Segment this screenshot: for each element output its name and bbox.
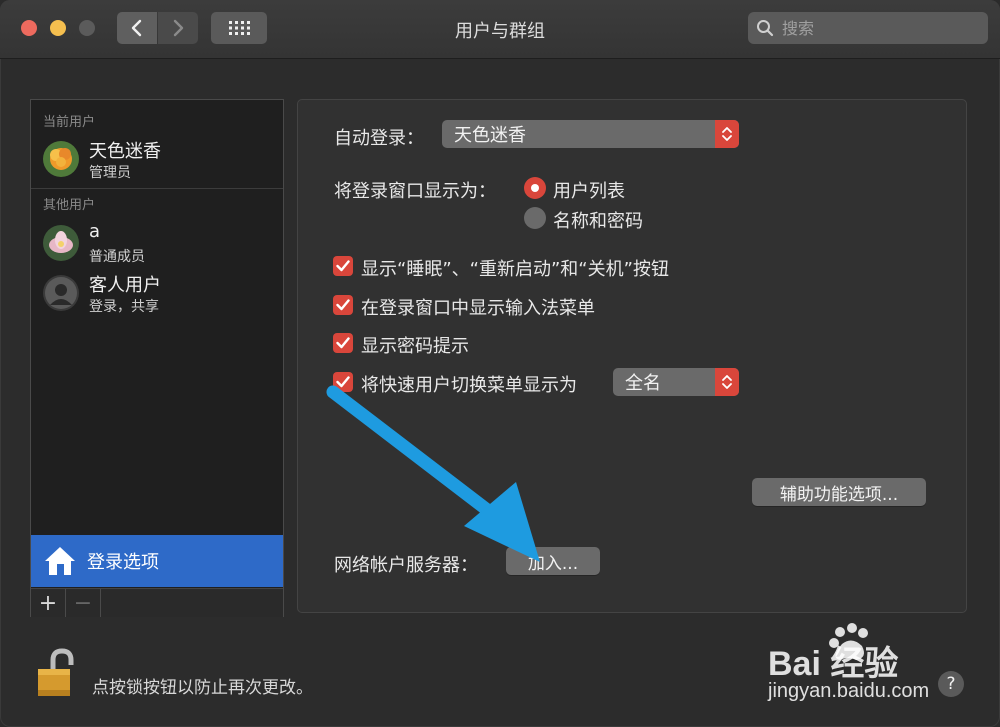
user-item-current[interactable]: 天色迷香 管理员 (43, 141, 283, 185)
watermark-url: jingyan.baidu.com (768, 680, 930, 702)
title-bar: 用户与群组 (0, 0, 1000, 59)
user-role: 登录，共享 (89, 299, 159, 315)
lock-hint-text: 点按锁按钮以防止再次更改。 (92, 678, 313, 698)
radio-name-password[interactable] (524, 207, 546, 229)
watermark-brand: Bai 经验 (768, 645, 899, 683)
checkmark-icon (336, 337, 350, 349)
search-icon (757, 20, 774, 37)
login-options-panel: 自动登录： 天色迷香 将登录窗口显示为： 用户列表 名称和密码 显示“睡眠”、“… (297, 99, 967, 613)
user-name: 天色迷香 (89, 141, 161, 162)
checkbox-show-power-buttons-label[interactable]: 显示“睡眠”、“重新启动”和“关机”按钮 (361, 255, 669, 281)
user-role: 普通成员 (89, 249, 145, 265)
checkmark-icon (336, 376, 350, 388)
checkbox-fast-user-switch-label[interactable]: 将快速用户切换菜单显示为 (361, 371, 577, 397)
auto-login-popup[interactable]: 天色迷香 (442, 120, 739, 148)
baidu-watermark: Bai 经验 jingyan.baidu.com (768, 618, 968, 708)
search-field[interactable] (748, 12, 988, 44)
sidebar-divider (31, 188, 283, 189)
updown-chevron-icon (715, 368, 739, 396)
user-item-guest[interactable]: 客人用户 登录，共享 (43, 275, 283, 319)
user-role: 管理员 (89, 165, 131, 181)
checkbox-fast-user-switch[interactable] (333, 372, 353, 392)
search-input[interactable] (780, 17, 974, 39)
checkbox-show-power-buttons[interactable] (333, 256, 353, 276)
updown-chevron-icon (715, 120, 739, 148)
add-user-button[interactable]: + (31, 589, 66, 617)
radio-user-list[interactable] (524, 177, 546, 199)
user-item-a[interactable]: a 普通成员 (43, 221, 283, 269)
checkbox-password-hints[interactable] (333, 333, 353, 353)
lock-icon[interactable] (36, 648, 80, 698)
sidebar-toolbar: + − (31, 588, 283, 617)
login-options-item[interactable]: 登录选项 (31, 535, 283, 587)
user-name: a (89, 221, 101, 242)
join-button[interactable]: 加入... (506, 547, 600, 575)
checkmark-icon (336, 299, 350, 311)
checkmark-icon (336, 260, 350, 272)
avatar-flower (43, 141, 79, 177)
radio-user-list-label[interactable]: 用户列表 (553, 177, 625, 203)
remove-user-button[interactable]: − (66, 589, 101, 617)
login-options-label: 登录选项 (87, 552, 159, 573)
network-server-label: 网络帐户服务器： (334, 555, 478, 576)
checkbox-input-menu-label[interactable]: 在登录窗口中显示输入法菜单 (361, 294, 595, 320)
guest-user-icon (43, 275, 79, 311)
fast-switch-popup[interactable]: 全名 (613, 368, 739, 396)
checkbox-password-hints-label[interactable]: 显示密码提示 (361, 332, 469, 358)
avatar-lotus (43, 225, 79, 261)
display-login-window-label: 将登录窗口显示为： (334, 181, 496, 202)
preferences-window: 用户与群组 当前用户 天色迷香 管理员 其他用户 (0, 0, 1000, 727)
current-users-heading: 当前用户 (43, 115, 96, 130)
other-users-heading: 其他用户 (43, 198, 96, 213)
fast-switch-value: 全名 (625, 373, 661, 394)
radio-name-password-label[interactable]: 名称和密码 (553, 207, 643, 233)
help-button[interactable]: ? (938, 671, 964, 697)
checkbox-input-menu[interactable] (333, 295, 353, 315)
auto-login-label: 自动登录： (334, 128, 424, 149)
user-name: 客人用户 (89, 275, 161, 296)
house-icon (45, 547, 75, 575)
accessibility-options-button[interactable]: 辅助功能选项... (752, 478, 926, 506)
auto-login-value: 天色迷香 (454, 125, 526, 146)
users-sidebar: 当前用户 天色迷香 管理员 其他用户 a 普通成员 客人用户 登录，共享 登录选… (30, 99, 284, 617)
